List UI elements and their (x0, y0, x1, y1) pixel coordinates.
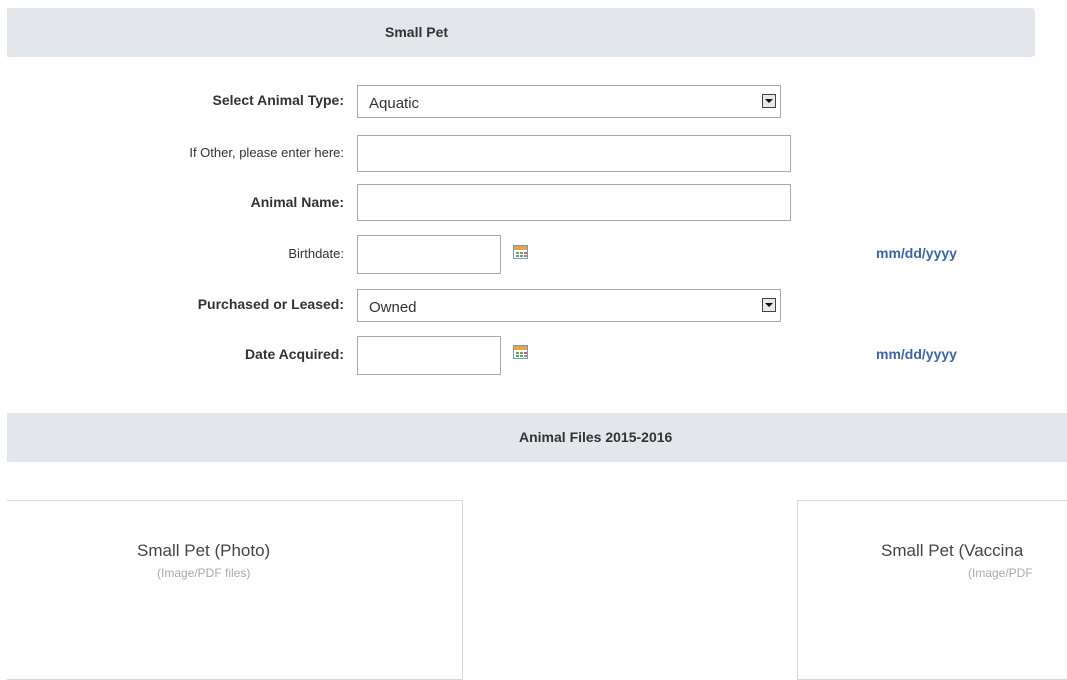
animal-files-section-header: Animal Files 2015-2016 (7, 413, 1067, 462)
chevron-down-icon[interactable] (762, 298, 776, 312)
animal-type-value: Aquatic (369, 95, 420, 112)
section-title: Animal Files 2015-2016 (519, 429, 673, 445)
birthdate-format-hint: mm/dd/yyyy (876, 245, 957, 261)
file-card-title: Small Pet (Vaccina (881, 541, 1024, 560)
purchased-leased-label: Purchased or Leased: (197, 296, 344, 312)
file-card-subtitle: (Image/PDF files) (157, 566, 251, 580)
birthdate-label: Birthdate: (288, 246, 344, 261)
chevron-down-icon[interactable] (762, 94, 776, 108)
file-card-title: Small Pet (Photo) (137, 541, 271, 560)
section-title: Small Pet (385, 24, 449, 40)
animal-name-label: Animal Name: (250, 194, 344, 210)
file-card-subtitle: (Image/PDF (968, 566, 1033, 580)
date-acquired-label: Date Acquired: (244, 346, 344, 362)
animal-name-input[interactable] (357, 184, 791, 221)
purchased-leased-select[interactable]: Owned (357, 289, 781, 322)
calendar-icon[interactable] (513, 345, 528, 359)
date-acquired-format-hint: mm/dd/yyyy (876, 346, 957, 362)
date-acquired-input[interactable] (357, 336, 501, 375)
file-upload-card-photo[interactable]: Small Pet (Photo) (Image/PDF files) (7, 500, 463, 680)
calendar-icon[interactable] (513, 245, 528, 259)
animal-type-select[interactable]: Aquatic (357, 85, 781, 118)
purchased-leased-value: Owned (369, 299, 417, 316)
animal-type-label: Select Animal Type: (212, 92, 344, 108)
other-type-input[interactable] (357, 135, 791, 172)
birthdate-input[interactable] (357, 235, 501, 274)
other-type-label: If Other, please enter here: (189, 145, 344, 160)
small-pet-section-header: Small Pet (7, 8, 1035, 57)
file-upload-card-vaccination[interactable]: Small Pet (Vaccina (Image/PDF (797, 500, 1067, 680)
